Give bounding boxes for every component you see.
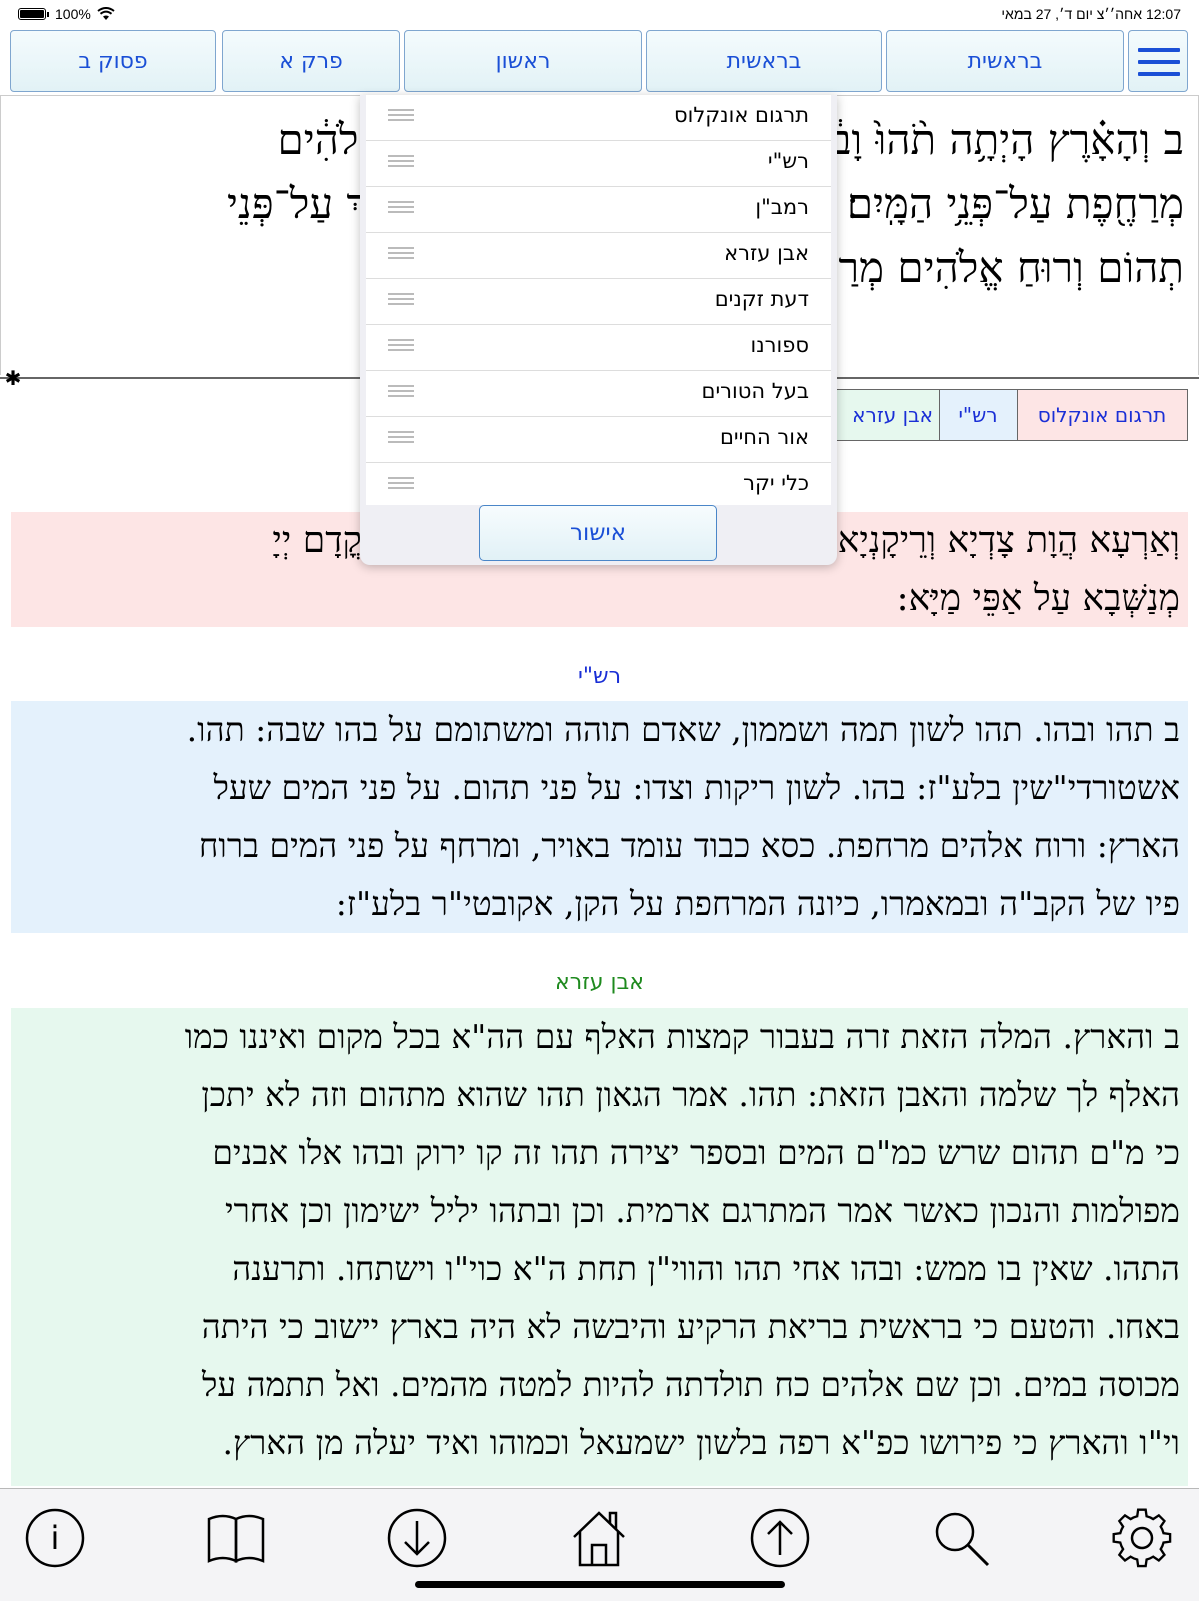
bottom-toolbar: i (0, 1488, 1199, 1601)
book-selector-button[interactable]: בראשית (886, 30, 1124, 92)
list-item-label: רש"י (767, 149, 809, 173)
list-item-label: רמב"ן (755, 195, 809, 219)
menu-icon (1138, 48, 1180, 52)
ibn-ezra-line: התהו. שאין בו ממש: ובהו אחי תהו והווי"ן … (232, 1249, 1180, 1288)
splitter-handle-icon[interactable]: ✱ (4, 366, 22, 390)
gear-icon[interactable] (1109, 1505, 1175, 1571)
tab-onkelos[interactable]: תרגום אונקלוס (1016, 389, 1188, 441)
rashi-title: רש"י (577, 664, 622, 689)
list-item[interactable]: כלי יקר (366, 463, 831, 505)
search-icon[interactable] (928, 1505, 994, 1571)
arrow-up-circle-icon[interactable] (747, 1505, 813, 1571)
drag-handle-icon[interactable] (388, 293, 414, 307)
ibn-ezra-line: מפולמות והנכון כאשר אמר המתרגם ארמית. וכ… (224, 1191, 1180, 1230)
list-item[interactable]: תרגום אונקלוס (366, 95, 831, 141)
list-item[interactable]: דעת זקנים (366, 279, 831, 325)
list-item[interactable]: בעל הטורים (366, 371, 831, 417)
ibn-ezra-line: ב והארץ. המלה הזאת זרה בעבור קמצות האלף … (184, 1017, 1180, 1056)
home-indicator[interactable] (415, 1581, 785, 1588)
info-icon-glyph: i (51, 1519, 60, 1557)
home-icon[interactable] (566, 1505, 632, 1571)
ibn-ezra-line: כי מ"ם תהום שרש כמ"ם המים ובספר יצירה תה… (212, 1133, 1180, 1172)
chapter-selector-button[interactable]: פרק א (222, 30, 400, 92)
drag-handle-icon[interactable] (388, 247, 414, 261)
drag-handle-icon[interactable] (388, 385, 414, 399)
list-item-label: תרגום אונקלוס (674, 103, 809, 127)
ibn-ezra-line: מכוסה במים. וכן שם אלהים כח תולדתה להיות… (202, 1365, 1180, 1404)
drag-handle-icon[interactable] (388, 201, 414, 215)
info-icon[interactable]: i (22, 1505, 88, 1571)
onkelos-line: מְנַשְּׁבָא עַל אַפֵּי מַיָּא: (896, 578, 1180, 619)
list-item[interactable]: רש"י (366, 141, 831, 187)
hamburger-menu-button[interactable] (1128, 30, 1188, 92)
rashi-line: ב תהו ובהו. תהו לשון תמה ושממון, שאדם תו… (186, 710, 1180, 749)
list-item-label: בעל הטורים (701, 379, 809, 403)
rashi-block: ב תהו ובהו. תהו לשון תמה ושממון, שאדם תו… (11, 701, 1188, 933)
battery-percent: 100% (55, 6, 91, 22)
ibn-ezra-line: באחו. והטעם כי בראשית בריאת הרקיע והיבשה… (201, 1307, 1180, 1346)
drag-handle-icon[interactable] (388, 109, 414, 123)
list-item-label: אבן עזרא (724, 241, 809, 265)
commentary-reorder-list[interactable]: תרגום אונקלוס רש"י רמב"ן אבן עזרא דעת זק… (366, 95, 831, 505)
drag-handle-icon[interactable] (388, 431, 414, 445)
drag-handle-icon[interactable] (388, 339, 414, 353)
list-item[interactable]: רמב"ן (366, 187, 831, 233)
verse-selector-button[interactable]: פסוק ב (10, 30, 216, 92)
list-item[interactable]: אבן עזרא (366, 233, 831, 279)
book-icon[interactable] (203, 1505, 269, 1571)
list-item-label: דעת זקנים (714, 287, 809, 311)
aliyah-selector-button[interactable]: ראשון (404, 30, 642, 92)
ibn-ezra-block: ב והארץ. המלה הזאת זרה בעבור קמצות האלף … (11, 1008, 1188, 1486)
ibn-ezra-line: וי"ו והארץ כי פירושו כפ"א רפה בלשון ישמע… (222, 1423, 1180, 1462)
battery-icon (18, 8, 46, 20)
wifi-icon (97, 7, 115, 20)
battery-indicator: 100% (18, 6, 115, 22)
status-bar: 100% 12:07 אחה׳׳צ יום ד׳, 27 במאי (0, 0, 1199, 30)
list-item[interactable]: ספורנו (366, 325, 831, 371)
status-time-date: 12:07 אחה׳׳צ יום ד׳, 27 במאי (1001, 6, 1181, 22)
list-item[interactable]: אור החיים (366, 417, 831, 463)
tab-ibn-ezra[interactable]: אבן עזרא (826, 389, 940, 441)
parsha-selector-button[interactable]: בראשית (646, 30, 882, 92)
tab-rashi[interactable]: רש"י (938, 389, 1018, 441)
drag-handle-icon[interactable] (388, 155, 414, 169)
commentary-selection-popup: תרגום אונקלוס רש"י רמב"ן אבן עזרא דעת זק… (360, 95, 837, 565)
list-item-label: כלי יקר (743, 471, 809, 495)
list-item-label: ספורנו (750, 333, 809, 357)
rashi-line: פיו של הקב"ה ובמאמרו, כיונה המרחפת על הק… (335, 884, 1180, 923)
arrow-down-circle-icon[interactable] (384, 1505, 450, 1571)
drag-handle-icon[interactable] (388, 477, 414, 491)
ibn-ezra-title: אבן עזרא (555, 970, 644, 995)
ibn-ezra-line: האלף לך שלמה והאבן הזאת: תהו. אמר הגאון … (201, 1075, 1180, 1114)
list-item-label: אור החיים (719, 425, 809, 449)
rashi-line: הארץ: ורוח אלהים מרחפת. כסא כבוד עומד בא… (198, 826, 1180, 865)
rashi-line: אשטורדי"שין בלע"ז: בהו. לשון ריקות וצדו:… (213, 768, 1180, 807)
confirm-button[interactable]: אישור (479, 505, 717, 561)
